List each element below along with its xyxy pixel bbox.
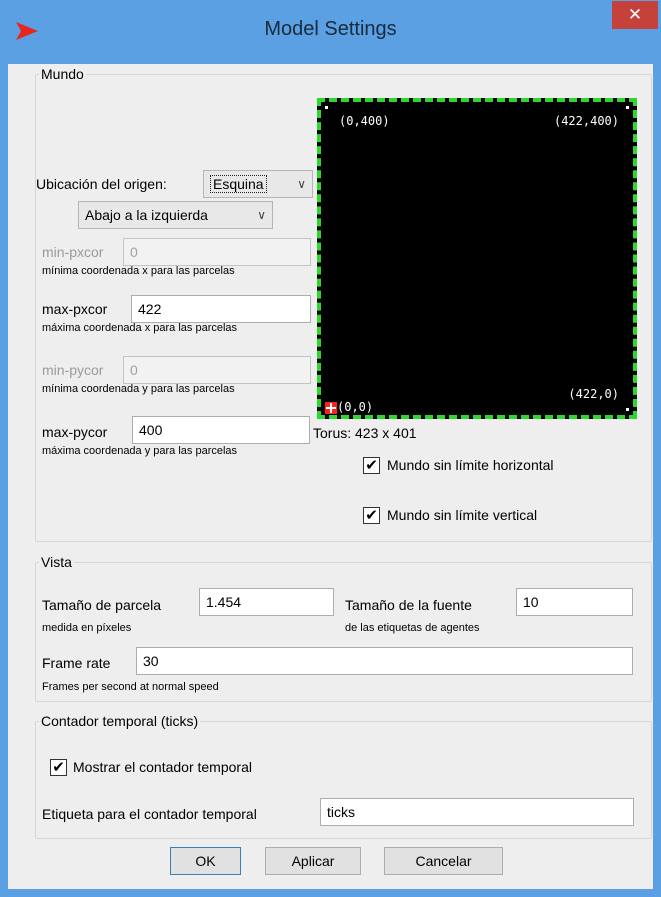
title-bar[interactable]: Model Settings ✕: [0, 0, 661, 64]
cancel-button[interactable]: Cancelar: [384, 847, 503, 875]
close-button[interactable]: ✕: [612, 1, 658, 29]
max-pxcor-hint: máxima coordenada x para las parcelas: [42, 322, 238, 334]
corner-marker-top-left: [325, 106, 328, 109]
min-pycor-hint: mínima coordenada y para las parcelas: [42, 383, 235, 395]
origin-corner-value: Abajo a la izquierda: [85, 207, 208, 223]
max-pycor-hint: máxima coordenada y para las parcelas: [42, 445, 238, 457]
wrap-horizontal-checkbox[interactable]: ✔: [363, 457, 380, 474]
checkmark-icon: ✔: [365, 507, 378, 524]
wrap-vertical-label[interactable]: Mundo sin límite vertical: [387, 507, 537, 523]
wrap-vertical-checkbox[interactable]: ✔: [363, 507, 380, 524]
max-pxcor-label: max-pxcor: [42, 301, 108, 317]
window-title: Model Settings: [264, 18, 397, 40]
frame-rate-input[interactable]: 30: [136, 647, 633, 675]
world-label-bottom-left: (0,0): [337, 400, 374, 414]
origin-label: Ubicación del origen:: [36, 176, 167, 192]
torus-size-label: Torus: 423 x 401: [313, 425, 417, 441]
world-preview: (0,400) (422,400) (422,0) (0,0): [317, 98, 637, 419]
font-size-label: Tamaño de la fuente: [345, 597, 472, 613]
apply-button[interactable]: Aplicar: [265, 847, 361, 875]
font-size-hint: de las etiquetas de agentes: [345, 622, 480, 634]
counter-label-label: Etiqueta para el contador temporal: [42, 806, 257, 822]
counter-label-input[interactable]: ticks: [320, 798, 634, 826]
group-label-mundo: Mundo: [39, 66, 86, 82]
frame-rate-hint: Frames per second at normal speed: [42, 681, 219, 693]
max-pycor-input[interactable]: 400: [132, 416, 310, 444]
frame-rate-label: Frame rate: [42, 655, 111, 671]
checkmark-icon: ✔: [52, 759, 65, 776]
patch-size-label: Tamaño de parcela: [42, 597, 162, 613]
world-label-top-right: (422,400): [553, 114, 619, 128]
chevron-down-icon: ∨: [257, 208, 266, 222]
font-size-input[interactable]: 10: [516, 588, 633, 616]
group-label-ticks: Contador temporal (ticks): [39, 713, 201, 729]
world-label-bottom-right: (422,0): [568, 387, 619, 401]
min-pxcor-label: min-pxcor: [42, 244, 104, 260]
dialog-body: Mundo Ubicación del origen: Esquina ∨ Ab…: [8, 64, 653, 889]
min-pxcor-hint: mínima coordenada x para las parcelas: [42, 265, 235, 277]
min-pycor-input[interactable]: 0: [123, 356, 311, 384]
patch-size-input[interactable]: 1.454: [199, 588, 334, 616]
max-pycor-label: max-pycor: [42, 424, 108, 440]
min-pycor-label: min-pycor: [42, 362, 104, 378]
checkmark-icon: ✔: [365, 457, 378, 474]
world-label-top-left: (0,400): [339, 114, 390, 128]
origin-combo[interactable]: Esquina ∨: [203, 170, 313, 198]
corner-marker-bottom-right: [626, 408, 629, 411]
origin-marker-icon: [325, 402, 337, 414]
ok-button[interactable]: OK: [170, 847, 241, 875]
origin-combo-value: Esquina: [210, 175, 267, 193]
group-label-vista: Vista: [39, 554, 74, 570]
show-counter-label[interactable]: Mostrar el contador temporal: [73, 759, 252, 775]
corner-marker-top-right: [626, 106, 629, 109]
min-pxcor-input[interactable]: 0: [123, 238, 311, 266]
patch-size-hint: medida en píxeles: [42, 622, 132, 634]
origin-corner-combo[interactable]: Abajo a la izquierda ∨: [78, 201, 273, 229]
max-pxcor-input[interactable]: 422: [131, 295, 311, 323]
show-counter-checkbox[interactable]: ✔: [50, 759, 67, 776]
model-settings-window: Model Settings ✕ Mundo Ubicación del ori…: [0, 0, 661, 897]
wrap-horizontal-label[interactable]: Mundo sin límite horizontal: [387, 457, 554, 473]
chevron-down-icon: ∨: [297, 177, 306, 191]
